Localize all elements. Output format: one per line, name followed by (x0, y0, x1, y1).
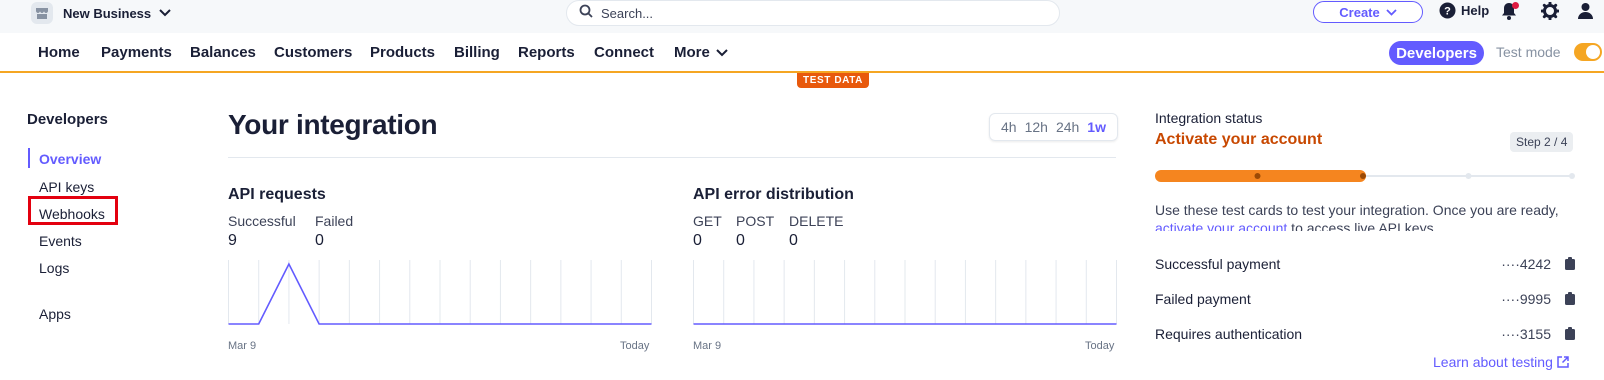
x-axis-start: Mar 9 (228, 340, 257, 352)
clipboard-icon[interactable] (1565, 292, 1575, 305)
business-switcher[interactable]: New Business (31, 2, 171, 24)
sidebar-item-api-keys[interactable]: API keys (39, 179, 94, 195)
range-24h[interactable]: 24h (1056, 119, 1079, 135)
chevron-down-icon (1386, 8, 1397, 16)
store-icon (31, 2, 53, 24)
api-requests-chart (228, 260, 652, 325)
metric-label-delete: DELETE (789, 213, 844, 229)
desc-suffix: to access live API keys. (1287, 220, 1438, 231)
clipboard-icon[interactable] (1565, 327, 1575, 340)
test-mode-label: Test mode (1496, 44, 1561, 60)
metric-label-post: POST (736, 213, 775, 229)
test-card-row: Failed payment ····9995 (1155, 291, 1577, 307)
chevron-down-icon (159, 9, 171, 17)
search-icon (579, 4, 593, 23)
main-nav: Home Payments Balances Customers Product… (0, 33, 1604, 73)
x-axis-end: Today (1085, 340, 1115, 352)
step-badge: Step 2 / 4 (1510, 132, 1574, 152)
range-4h[interactable]: 4h (1001, 119, 1017, 135)
svg-text:?: ? (1444, 6, 1451, 18)
nav-payments[interactable]: Payments (101, 44, 172, 61)
test-card-number: ····9995 (1501, 291, 1551, 307)
webhooks-highlight-box (28, 196, 118, 225)
metric-value-post: 0 (736, 232, 745, 249)
api-errors-title: API error distribution (693, 186, 854, 203)
activate-account-link[interactable]: activate your account (1155, 220, 1287, 231)
sidebar-active-indicator (28, 148, 30, 168)
account-button[interactable] (1577, 2, 1594, 24)
sidebar-title: Developers (27, 111, 108, 128)
sidebar-item-overview[interactable]: Overview (39, 151, 101, 167)
nav-customers[interactable]: Customers (274, 44, 352, 61)
search-input[interactable]: Search... (566, 0, 1060, 26)
nav-more-label: More (674, 44, 710, 61)
progress-step-dot (1465, 173, 1472, 179)
create-button[interactable]: Create (1313, 1, 1423, 23)
chevron-down-icon (716, 48, 728, 56)
nav-balances[interactable]: Balances (190, 44, 256, 61)
activate-headline: Activate your account (1155, 131, 1323, 148)
notifications-button[interactable] (1501, 2, 1519, 22)
test-card-number: ····3155 (1501, 326, 1551, 342)
test-data-badge: TEST DATA (797, 73, 869, 88)
range-1w[interactable]: 1w (1087, 119, 1106, 135)
integration-progress-bar (1155, 170, 1575, 182)
developers-button[interactable]: Developers (1389, 41, 1484, 65)
create-label: Create (1339, 4, 1380, 20)
test-card-label: Failed payment (1155, 291, 1251, 307)
metric-label-failed: Failed (315, 213, 354, 229)
page-title: Your integration (228, 109, 438, 140)
progress-step-dot (1569, 173, 1575, 179)
toggle-knob (1586, 45, 1600, 59)
settings-button[interactable] (1540, 1, 1560, 25)
range-12h[interactable]: 12h (1025, 119, 1048, 135)
sidebar-item-events[interactable]: Events (39, 233, 82, 249)
metric-value-failed: 0 (315, 232, 324, 249)
sidebar-item-logs[interactable]: Logs (39, 260, 69, 276)
nav-billing[interactable]: Billing (454, 44, 500, 61)
api-errors-chart (693, 260, 1117, 325)
test-card-row: Successful payment ····4242 (1155, 256, 1577, 272)
divider (228, 157, 1116, 158)
nav-more[interactable]: More (674, 44, 728, 61)
help-button[interactable]: ? Help (1439, 2, 1489, 19)
external-link-icon (1557, 356, 1569, 368)
learn-about-testing-link[interactable]: Learn about testing (1433, 354, 1569, 370)
metric-value-successful: 9 (228, 232, 237, 249)
progress-step-dot (1254, 173, 1261, 179)
learn-link-label: Learn about testing (1433, 354, 1553, 370)
test-card-label: Requires authentication (1155, 326, 1303, 342)
desc-prefix: Use these test cards to test your integr… (1155, 202, 1559, 218)
metric-label-successful: Successful (228, 213, 296, 229)
metric-value-delete: 0 (789, 232, 798, 249)
nav-reports[interactable]: Reports (518, 44, 575, 61)
search-placeholder: Search... (601, 5, 654, 21)
help-icon: ? (1439, 2, 1456, 19)
progress-step-dot (1360, 173, 1366, 179)
top-bar: New Business Search... Create ? Help (0, 0, 1604, 33)
notification-dot (1512, 2, 1519, 9)
test-card-row: Requires authentication ····3155 (1155, 326, 1577, 342)
test-mode-toggle[interactable] (1574, 43, 1602, 61)
integration-status-label: Integration status (1155, 110, 1263, 126)
gear-icon (1540, 1, 1560, 21)
business-name: New Business (63, 5, 152, 21)
metric-value-get: 0 (693, 232, 702, 249)
test-card-number: ····4242 (1501, 256, 1551, 272)
api-requests-title: API requests (228, 186, 326, 203)
x-axis-start: Mar 9 (693, 340, 722, 352)
time-range-selector: 4h 12h 24h 1w (989, 113, 1118, 141)
nav-products[interactable]: Products (370, 44, 435, 61)
x-axis-end: Today (620, 340, 650, 352)
nav-home[interactable]: Home (38, 44, 80, 61)
clipboard-icon[interactable] (1565, 257, 1575, 270)
sidebar-item-apps[interactable]: Apps (39, 306, 71, 322)
metric-label-get: GET (693, 213, 722, 229)
integration-description: Use these test cards to test your integr… (1155, 201, 1595, 231)
user-icon (1578, 3, 1593, 19)
help-label: Help (1461, 3, 1490, 18)
test-card-label: Successful payment (1155, 256, 1281, 272)
nav-connect[interactable]: Connect (594, 44, 654, 61)
